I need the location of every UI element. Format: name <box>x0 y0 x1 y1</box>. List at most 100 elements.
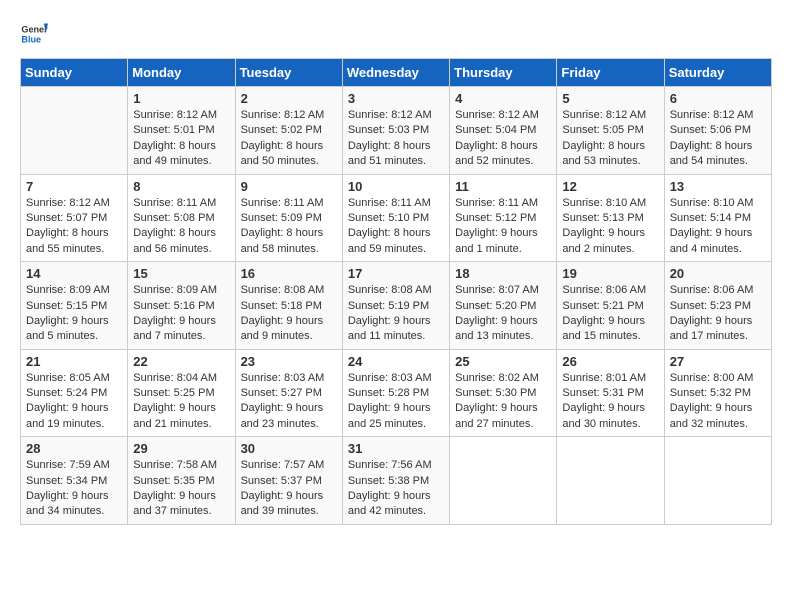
calendar-header-row: SundayMondayTuesdayWednesdayThursdayFrid… <box>21 59 772 87</box>
svg-text:General: General <box>21 25 48 35</box>
day-number: 4 <box>455 91 551 106</box>
day-of-week-header: Saturday <box>664 59 771 87</box>
day-number: 12 <box>562 179 658 194</box>
calendar-cell: 29 Sunrise: 7:58 AM Sunset: 5:35 PM Dayli… <box>128 437 235 525</box>
calendar-cell: 19 Sunrise: 8:06 AM Sunset: 5:21 PM Dayli… <box>557 262 664 350</box>
day-number: 17 <box>348 266 444 281</box>
day-info: Sunrise: 7:58 AM Sunset: 5:35 PM Dayligh… <box>133 458 229 520</box>
day-number: 15 <box>133 266 229 281</box>
logo: General Blue <box>20 20 48 48</box>
calendar-cell: 4 Sunrise: 8:12 AM Sunset: 5:04 PM Daylig… <box>450 87 557 175</box>
day-info: Sunrise: 8:03 AM Sunset: 5:28 PM Dayligh… <box>348 371 444 433</box>
calendar-cell: 9 Sunrise: 8:11 AM Sunset: 5:09 PM Daylig… <box>235 174 342 262</box>
day-of-week-header: Tuesday <box>235 59 342 87</box>
day-info: Sunrise: 8:09 AM Sunset: 5:15 PM Dayligh… <box>26 283 122 345</box>
calendar-cell: 13 Sunrise: 8:10 AM Sunset: 5:14 PM Dayli… <box>664 174 771 262</box>
calendar-cell <box>450 437 557 525</box>
day-info: Sunrise: 8:11 AM Sunset: 5:12 PM Dayligh… <box>455 196 551 258</box>
day-info: Sunrise: 7:57 AM Sunset: 5:37 PM Dayligh… <box>241 458 337 520</box>
day-info: Sunrise: 8:10 AM Sunset: 5:13 PM Dayligh… <box>562 196 658 258</box>
calendar-cell: 8 Sunrise: 8:11 AM Sunset: 5:08 PM Daylig… <box>128 174 235 262</box>
day-info: Sunrise: 8:12 AM Sunset: 5:06 PM Dayligh… <box>670 108 766 170</box>
calendar-cell: 14Sunrise: 8:09 AM Sunset: 5:15 PM Dayli… <box>21 262 128 350</box>
day-number: 1 <box>133 91 229 106</box>
calendar-week-row: 28 Sunrise: 7:59 AM Sunset: 5:34 PM Dayli… <box>21 437 772 525</box>
calendar-cell: 10 Sunrise: 8:11 AM Sunset: 5:10 PM Dayli… <box>342 174 449 262</box>
calendar-cell: 18 Sunrise: 8:07 AM Sunset: 5:20 PM Dayli… <box>450 262 557 350</box>
day-number: 29 <box>133 441 229 456</box>
day-number: 3 <box>348 91 444 106</box>
day-number: 10 <box>348 179 444 194</box>
day-info: Sunrise: 8:11 AM Sunset: 5:09 PM Dayligh… <box>241 196 337 258</box>
logo-icon: General Blue <box>20 20 48 48</box>
day-number: 13 <box>670 179 766 194</box>
calendar-cell: 3 Sunrise: 8:12 AM Sunset: 5:03 PM Daylig… <box>342 87 449 175</box>
day-number: 11 <box>455 179 551 194</box>
calendar-cell: 20 Sunrise: 8:06 AM Sunset: 5:23 PM Dayli… <box>664 262 771 350</box>
day-info: Sunrise: 8:12 AM Sunset: 5:01 PM Dayligh… <box>133 108 229 170</box>
day-number: 19 <box>562 266 658 281</box>
day-of-week-header: Wednesday <box>342 59 449 87</box>
day-of-week-header: Monday <box>128 59 235 87</box>
calendar-cell: 30Sunrise: 7:57 AM Sunset: 5:37 PM Dayli… <box>235 437 342 525</box>
day-number: 23 <box>241 354 337 369</box>
day-info: Sunrise: 8:08 AM Sunset: 5:19 PM Dayligh… <box>348 283 444 345</box>
day-number: 7 <box>26 179 122 194</box>
calendar-week-row: 7Sunrise: 8:12 AM Sunset: 5:07 PM Daylig… <box>21 174 772 262</box>
day-of-week-header: Friday <box>557 59 664 87</box>
day-number: 9 <box>241 179 337 194</box>
calendar-cell: 2Sunrise: 8:12 AM Sunset: 5:02 PM Daylig… <box>235 87 342 175</box>
day-info: Sunrise: 8:12 AM Sunset: 5:04 PM Dayligh… <box>455 108 551 170</box>
day-info: Sunrise: 8:12 AM Sunset: 5:03 PM Dayligh… <box>348 108 444 170</box>
calendar-cell: 1 Sunrise: 8:12 AM Sunset: 5:01 PM Daylig… <box>128 87 235 175</box>
calendar-cell: 21 Sunrise: 8:05 AM Sunset: 5:24 PM Dayli… <box>21 349 128 437</box>
day-info: Sunrise: 8:11 AM Sunset: 5:10 PM Dayligh… <box>348 196 444 258</box>
calendar-table: SundayMondayTuesdayWednesdayThursdayFrid… <box>20 58 772 525</box>
day-info: Sunrise: 8:11 AM Sunset: 5:08 PM Dayligh… <box>133 196 229 258</box>
day-number: 24 <box>348 354 444 369</box>
calendar-cell <box>664 437 771 525</box>
day-number: 18 <box>455 266 551 281</box>
calendar-cell: 26 Sunrise: 8:01 AM Sunset: 5:31 PM Dayli… <box>557 349 664 437</box>
day-number: 28 <box>26 441 122 456</box>
day-number: 31 <box>348 441 444 456</box>
day-number: 27 <box>670 354 766 369</box>
calendar-cell: 24 Sunrise: 8:03 AM Sunset: 5:28 PM Dayli… <box>342 349 449 437</box>
day-info: Sunrise: 7:59 AM Sunset: 5:34 PM Dayligh… <box>26 458 122 520</box>
day-info: Sunrise: 8:06 AM Sunset: 5:21 PM Dayligh… <box>562 283 658 345</box>
calendar-cell <box>557 437 664 525</box>
calendar-cell: 11 Sunrise: 8:11 AM Sunset: 5:12 PM Dayli… <box>450 174 557 262</box>
calendar-cell: 12 Sunrise: 8:10 AM Sunset: 5:13 PM Dayli… <box>557 174 664 262</box>
calendar-cell: 27 Sunrise: 8:00 AM Sunset: 5:32 PM Dayli… <box>664 349 771 437</box>
day-info: Sunrise: 8:00 AM Sunset: 5:32 PM Dayligh… <box>670 371 766 433</box>
day-info: Sunrise: 8:07 AM Sunset: 5:20 PM Dayligh… <box>455 283 551 345</box>
day-number: 26 <box>562 354 658 369</box>
day-of-week-header: Sunday <box>21 59 128 87</box>
day-info: Sunrise: 8:05 AM Sunset: 5:24 PM Dayligh… <box>26 371 122 433</box>
calendar-cell: 7Sunrise: 8:12 AM Sunset: 5:07 PM Daylig… <box>21 174 128 262</box>
day-number: 6 <box>670 91 766 106</box>
day-info: Sunrise: 8:10 AM Sunset: 5:14 PM Dayligh… <box>670 196 766 258</box>
day-number: 2 <box>241 91 337 106</box>
day-of-week-header: Thursday <box>450 59 557 87</box>
svg-text:Blue: Blue <box>21 34 41 44</box>
day-info: Sunrise: 8:04 AM Sunset: 5:25 PM Dayligh… <box>133 371 229 433</box>
page-header: General Blue <box>20 20 772 48</box>
day-number: 25 <box>455 354 551 369</box>
calendar-cell <box>21 87 128 175</box>
day-number: 22 <box>133 354 229 369</box>
day-number: 21 <box>26 354 122 369</box>
calendar-cell: 23 Sunrise: 8:03 AM Sunset: 5:27 PM Dayli… <box>235 349 342 437</box>
day-number: 16 <box>241 266 337 281</box>
day-info: Sunrise: 8:01 AM Sunset: 5:31 PM Dayligh… <box>562 371 658 433</box>
calendar-cell: 25Sunrise: 8:02 AM Sunset: 5:30 PM Dayli… <box>450 349 557 437</box>
calendar-cell: 22 Sunrise: 8:04 AM Sunset: 5:25 PM Dayli… <box>128 349 235 437</box>
calendar-cell: 28 Sunrise: 7:59 AM Sunset: 5:34 PM Dayli… <box>21 437 128 525</box>
day-number: 8 <box>133 179 229 194</box>
calendar-cell: 17 Sunrise: 8:08 AM Sunset: 5:19 PM Dayli… <box>342 262 449 350</box>
calendar-cell: 5Sunrise: 8:12 AM Sunset: 5:05 PM Daylig… <box>557 87 664 175</box>
day-info: Sunrise: 8:06 AM Sunset: 5:23 PM Dayligh… <box>670 283 766 345</box>
day-info: Sunrise: 8:03 AM Sunset: 5:27 PM Dayligh… <box>241 371 337 433</box>
calendar-week-row: 14Sunrise: 8:09 AM Sunset: 5:15 PM Dayli… <box>21 262 772 350</box>
day-number: 20 <box>670 266 766 281</box>
